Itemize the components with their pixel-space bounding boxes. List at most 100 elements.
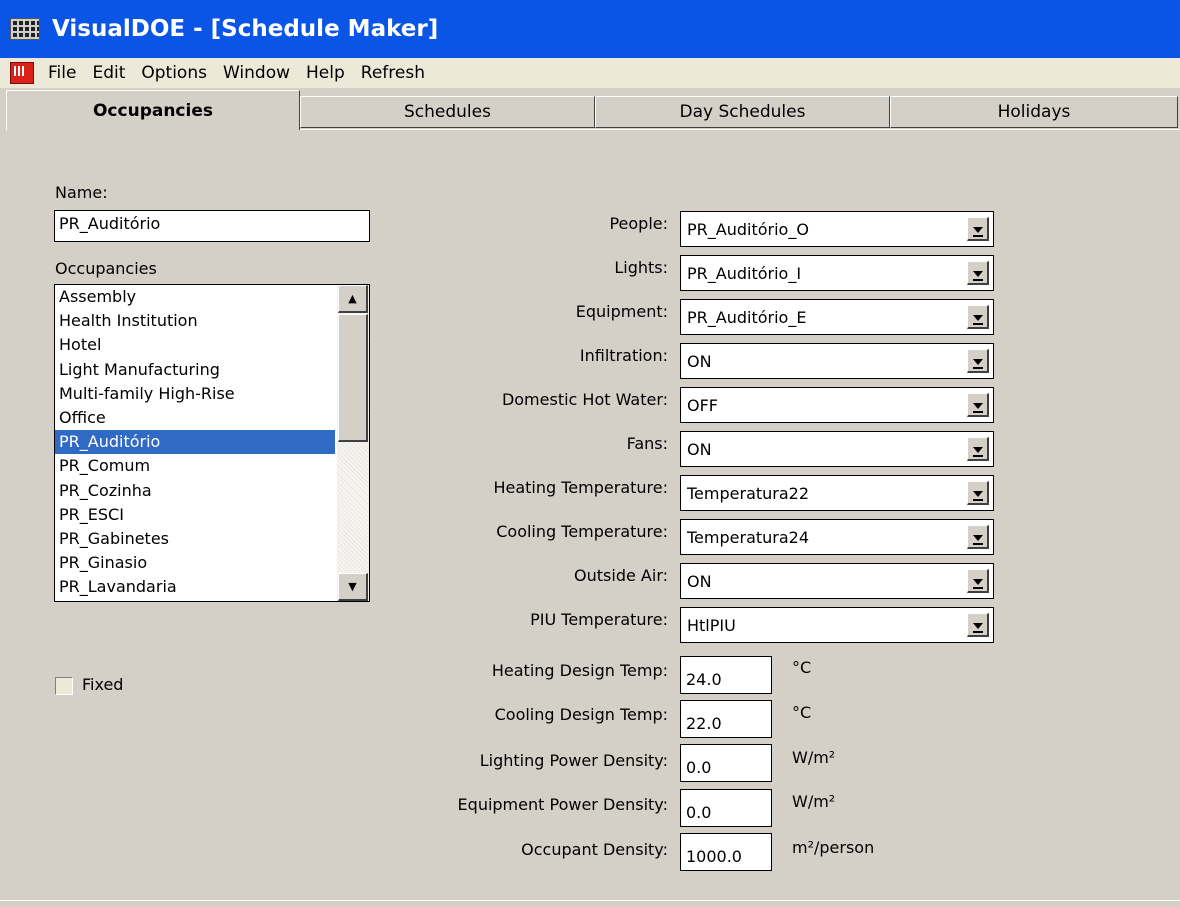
chevron-down-icon[interactable] xyxy=(967,261,989,285)
cooling-design-value: 22.0 xyxy=(686,714,722,733)
equipment-density-label: Equipment Power Density: xyxy=(457,795,668,814)
list-item[interactable]: PR_Lavandaria xyxy=(55,575,335,599)
outside-air-select[interactable]: ON xyxy=(680,563,994,599)
lights-value: PR_Auditório_I xyxy=(687,264,802,283)
heating-temp-label: Heating Temperature: xyxy=(493,478,668,497)
occupant-density-input[interactable]: 1000.0 xyxy=(680,833,772,871)
equipment-density-input[interactable]: 0.0 xyxy=(680,789,772,827)
menu-bar: File Edit Options Window Help Refresh xyxy=(0,58,1180,88)
tab-strip: Schedules Day Schedules Holidays Occupan… xyxy=(0,90,1180,130)
tab-divider xyxy=(300,129,1180,130)
heating-design-input[interactable]: 24.0 xyxy=(680,656,772,694)
scroll-down-icon[interactable]: ▼ xyxy=(338,573,368,601)
infiltration-value: ON xyxy=(687,352,712,371)
scroll-thumb[interactable] xyxy=(338,314,368,442)
app-menu-icon[interactable] xyxy=(10,62,34,84)
lighting-density-label: Lighting Power Density: xyxy=(479,751,668,770)
cooling-temp-value: Temperatura24 xyxy=(687,528,810,547)
fans-label: Fans: xyxy=(626,434,668,453)
cooling-temp-select[interactable]: Temperatura24 xyxy=(680,519,994,555)
list-item[interactable]: PR_Comum xyxy=(55,454,335,478)
cooling-temp-label: Cooling Temperature: xyxy=(496,522,668,541)
tab-schedules[interactable]: Schedules xyxy=(300,96,595,128)
chevron-down-icon[interactable] xyxy=(967,613,989,637)
chevron-down-icon[interactable] xyxy=(967,305,989,329)
window-bottom-edge xyxy=(0,900,1180,901)
cooling-design-unit: °C xyxy=(792,703,812,722)
piu-temp-label: PIU Temperature: xyxy=(530,610,668,629)
outside-air-label: Outside Air: xyxy=(574,566,668,585)
list-item[interactable]: PR_Ginasio xyxy=(55,551,335,575)
list-scrollbar[interactable]: ▲ ▼ xyxy=(337,285,369,601)
occupancies-list[interactable]: Assembly Health Institution Hotel Light … xyxy=(54,284,370,602)
lighting-density-unit: W/m² xyxy=(792,748,836,767)
chevron-down-icon[interactable] xyxy=(967,217,989,241)
window-title: VisualDOE - [Schedule Maker] xyxy=(52,16,439,42)
menu-file[interactable]: File xyxy=(40,63,84,83)
building-grid-icon xyxy=(10,16,42,42)
fans-select[interactable]: ON xyxy=(680,431,994,467)
occupant-density-value: 1000.0 xyxy=(686,847,742,866)
name-input[interactable]: PR_Auditório xyxy=(54,210,370,242)
chevron-down-icon[interactable] xyxy=(967,393,989,417)
dhw-select[interactable]: OFF xyxy=(680,387,994,423)
piu-temp-select[interactable]: HtlPIU xyxy=(680,607,994,643)
list-item[interactable]: PR_Gabinetes xyxy=(55,527,335,551)
fixed-label: Fixed xyxy=(82,675,124,694)
chevron-down-icon[interactable] xyxy=(967,525,989,549)
list-item[interactable]: Hotel xyxy=(55,333,335,357)
menu-refresh[interactable]: Refresh xyxy=(353,63,433,83)
lighting-density-input[interactable]: 0.0 xyxy=(680,744,772,782)
chevron-down-icon[interactable] xyxy=(967,349,989,373)
dhw-value: OFF xyxy=(687,396,718,415)
piu-temp-value: HtlPIU xyxy=(687,616,736,635)
list-item[interactable]: Health Institution xyxy=(55,309,335,333)
equipment-value: PR_Auditório_E xyxy=(687,308,807,327)
menu-window[interactable]: Window xyxy=(215,63,298,83)
tab-occupancies[interactable]: Occupancies xyxy=(6,90,300,130)
list-item[interactable]: Office xyxy=(55,406,335,430)
infiltration-label: Infiltration: xyxy=(579,346,668,365)
cooling-design-label: Cooling Design Temp: xyxy=(494,705,668,724)
equipment-label: Equipment: xyxy=(575,302,668,321)
cooling-design-input[interactable]: 22.0 xyxy=(680,700,772,738)
occupant-density-label: Occupant Density: xyxy=(521,840,668,859)
tab-day-schedules[interactable]: Day Schedules xyxy=(595,96,890,128)
title-bar: VisualDOE - [Schedule Maker] xyxy=(0,0,1180,58)
outside-air-value: ON xyxy=(687,572,712,591)
fans-value: ON xyxy=(687,440,712,459)
chevron-down-icon[interactable] xyxy=(967,569,989,593)
lights-label: Lights: xyxy=(614,258,668,277)
heating-design-value: 24.0 xyxy=(686,670,722,689)
equipment-density-unit: W/m² xyxy=(792,792,836,811)
menu-help[interactable]: Help xyxy=(298,63,353,83)
tab-holidays[interactable]: Holidays xyxy=(890,96,1178,128)
list-item[interactable]: Assembly xyxy=(55,285,335,309)
people-value: PR_Auditório_O xyxy=(687,220,809,239)
heating-temp-select[interactable]: Temperatura22 xyxy=(680,475,994,511)
equipment-density-value: 0.0 xyxy=(686,803,712,822)
chevron-down-icon[interactable] xyxy=(967,481,989,505)
menu-options[interactable]: Options xyxy=(133,63,215,83)
occupant-density-unit: m²/person xyxy=(792,838,875,857)
chevron-down-icon[interactable] xyxy=(967,437,989,461)
name-label: Name: xyxy=(55,183,108,202)
list-item[interactable]: PR_ESCI xyxy=(55,503,335,527)
heating-design-label: Heating Design Temp: xyxy=(491,661,668,680)
fixed-checkbox[interactable] xyxy=(55,677,73,695)
people-label: People: xyxy=(609,214,668,233)
heating-temp-value: Temperatura22 xyxy=(687,484,810,503)
people-select[interactable]: PR_Auditório_O xyxy=(680,211,994,247)
list-item[interactable]: Light Manufacturing xyxy=(55,358,335,382)
list-item[interactable]: Multi-family High-Rise xyxy=(55,382,335,406)
equipment-select[interactable]: PR_Auditório_E xyxy=(680,299,994,335)
infiltration-select[interactable]: ON xyxy=(680,343,994,379)
heating-design-unit: °C xyxy=(792,658,812,677)
occupancies-label: Occupancies xyxy=(55,259,157,278)
list-item[interactable]: PR_Cozinha xyxy=(55,479,335,503)
scroll-up-icon[interactable]: ▲ xyxy=(338,285,368,313)
menu-edit[interactable]: Edit xyxy=(84,63,133,83)
dhw-label: Domestic Hot Water: xyxy=(501,390,668,409)
lights-select[interactable]: PR_Auditório_I xyxy=(680,255,994,291)
list-item-selected[interactable]: PR_Auditório xyxy=(55,430,335,455)
